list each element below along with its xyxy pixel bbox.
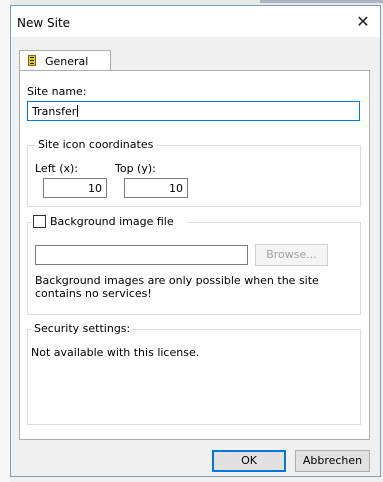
background-image-legend: Background image file	[31, 214, 187, 230]
ok-button[interactable]: OK	[212, 450, 286, 472]
site-icon	[28, 55, 36, 66]
site-name-value: Transfer	[32, 105, 77, 118]
background-image-note: Background images are only possible when…	[35, 274, 319, 300]
new-site-dialog: New Site ✕ General Site name: Transfer S…	[10, 5, 381, 477]
tab-general-label: General	[45, 55, 89, 68]
security-settings-legend: Security settings:	[31, 322, 134, 335]
background-image-checkbox[interactable]	[33, 215, 46, 228]
browse-button[interactable]: Browse...	[255, 244, 328, 266]
icon-coordinates-group: Site icon coordinates Left (x): Top (y):…	[27, 138, 361, 207]
left-x-label: Left (x):	[35, 162, 78, 175]
site-name-input[interactable]: Transfer	[27, 101, 360, 121]
top-y-label: Top (y):	[115, 162, 156, 175]
top-y-value: 10	[169, 182, 183, 195]
background-image-checkbox-label[interactable]: Background image file	[50, 215, 174, 228]
background-window-edge-left	[0, 0, 10, 482]
close-icon[interactable]: ✕	[352, 11, 374, 33]
icon-coordinates-legend: Site icon coordinates	[35, 138, 157, 151]
site-name-label: Site name:	[27, 85, 87, 98]
dialog-title: New Site	[17, 16, 71, 30]
security-settings-group: Security settings: Not available with th…	[27, 322, 361, 425]
general-panel: Site name: Transfer Site icon coordinate…	[19, 70, 370, 440]
top-y-input[interactable]: 10	[124, 178, 188, 198]
left-x-input[interactable]: 10	[43, 178, 107, 198]
text-caret	[77, 105, 79, 117]
tab-general[interactable]: General	[19, 50, 111, 71]
cancel-button[interactable]: Abbrechen	[295, 450, 370, 472]
title-bar[interactable]: New Site ✕	[11, 6, 380, 37]
left-x-value: 10	[88, 182, 102, 195]
background-window-accent	[260, 0, 383, 3]
background-image-group: Background image file Browse... Backgrou…	[27, 214, 361, 315]
security-settings-text: Not available with this license.	[31, 346, 200, 359]
background-image-path-input[interactable]	[35, 245, 248, 265]
